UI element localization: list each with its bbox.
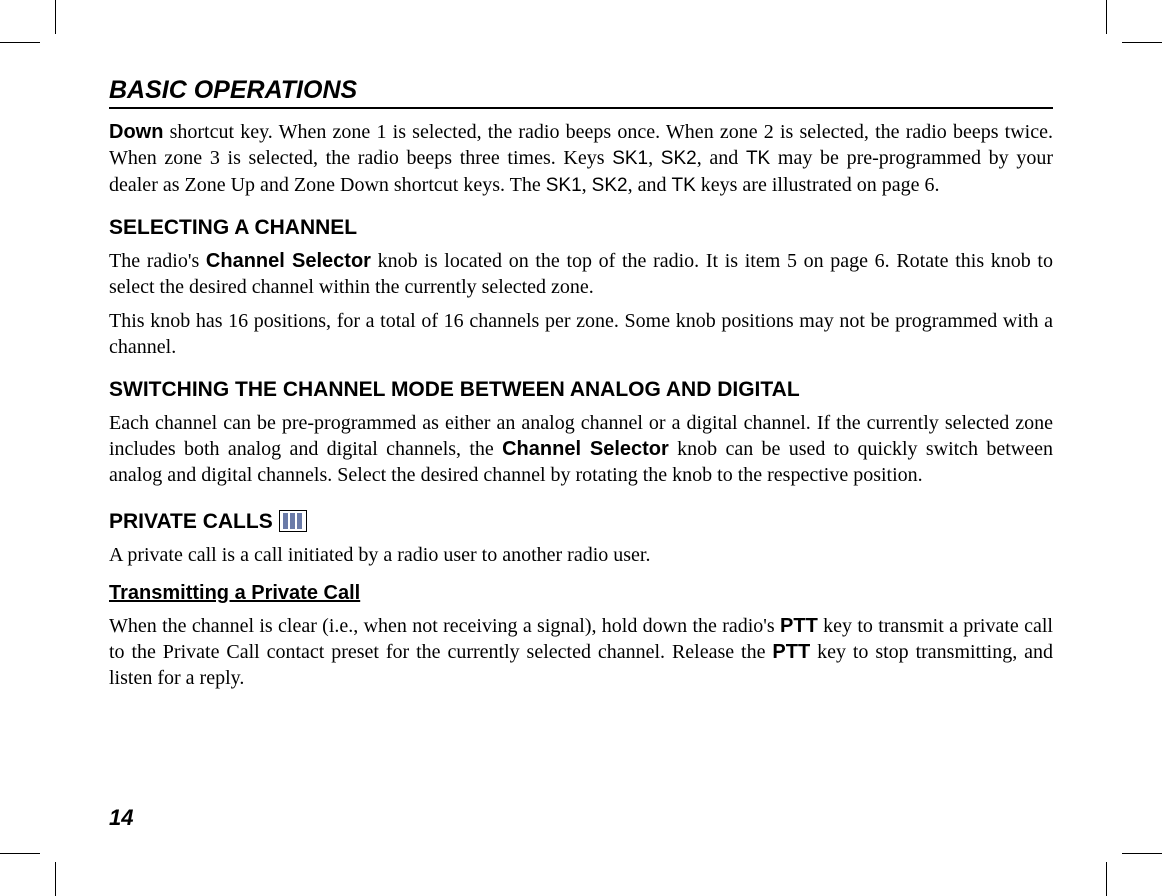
body-paragraph: This knob has 16 positions, for a total …	[109, 308, 1053, 360]
ptt-key-label: PTT	[780, 615, 818, 637]
crop-mark	[1106, 862, 1107, 896]
body-paragraph: A private call is a call initiated by a …	[109, 542, 1053, 568]
text: When the channel is clear (i.e., when no…	[109, 615, 780, 637]
channel-selector-label: Channel Selector	[502, 438, 669, 460]
text: ,	[582, 174, 592, 196]
subsection-heading-transmitting: Transmitting a Private Call	[109, 582, 1053, 605]
text: ,	[648, 147, 661, 169]
page-number: 14	[109, 805, 133, 831]
crop-mark	[0, 42, 40, 43]
text: keys are illustrated on page 6.	[696, 174, 940, 196]
body-paragraph: Each channel can be pre-programmed as ei…	[109, 410, 1053, 488]
ptt-key-label: PTT	[772, 641, 810, 663]
crop-mark	[1122, 853, 1162, 854]
key-sk2: SK2	[661, 148, 697, 169]
key-tk: TK	[746, 148, 770, 169]
page-content: BASIC OPERATIONS Down shortcut key. When…	[109, 76, 1053, 699]
intro-paragraph: Down shortcut key. When zone 1 is select…	[109, 119, 1053, 198]
crop-mark	[1106, 0, 1107, 34]
crop-mark	[55, 0, 56, 34]
key-sk1: SK1	[546, 175, 582, 196]
section-heading-switching-mode: SWITCHING THE CHANNEL MODE BETWEEN ANALO…	[109, 378, 1053, 402]
key-sk2: SK2	[592, 175, 628, 196]
zone-down-label: Down	[109, 121, 163, 143]
text: The radio's	[109, 250, 206, 272]
crop-mark	[55, 862, 56, 896]
text: , and	[628, 174, 672, 196]
crop-mark	[1122, 42, 1162, 43]
key-sk1: SK1	[612, 148, 648, 169]
body-paragraph: The radio's Channel Selector knob is loc…	[109, 248, 1053, 300]
key-tk: TK	[671, 175, 695, 196]
section-heading-private-calls: PRIVATE CALLS	[109, 510, 273, 534]
private-call-icon	[279, 510, 307, 537]
channel-selector-label: Channel Selector	[206, 250, 371, 272]
section-heading-selecting-channel: SELECTING A CHANNEL	[109, 216, 1053, 240]
page-title: BASIC OPERATIONS	[109, 76, 1053, 109]
text: , and	[697, 147, 746, 169]
crop-mark	[0, 853, 40, 854]
body-paragraph: When the channel is clear (i.e., when no…	[109, 613, 1053, 691]
